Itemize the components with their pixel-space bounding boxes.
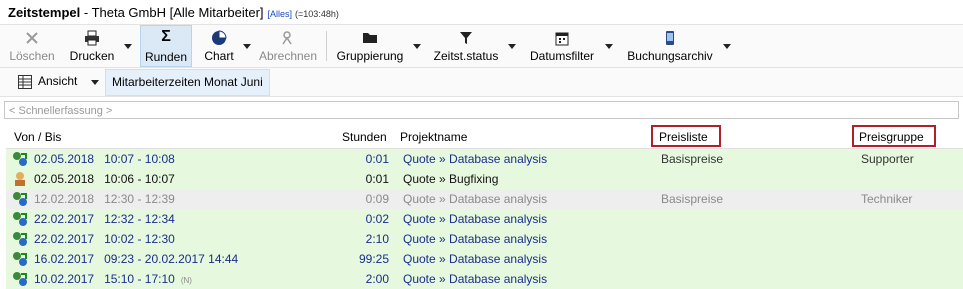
col-preisliste[interactable]: Preisliste bbox=[659, 130, 708, 144]
person-entry-icon bbox=[15, 172, 25, 186]
row-pricegroup: Techniker bbox=[861, 192, 913, 206]
table-row[interactable]: 22.02.2017 10:02 - 12:30 2:10 Quote » Da… bbox=[6, 229, 963, 249]
col-vonbis[interactable]: Von / Bis bbox=[14, 130, 61, 144]
table-row[interactable]: 12.02.2018 12:30 - 12:39 0:09 Quote » Da… bbox=[6, 189, 963, 209]
row-hours: 0:01 bbox=[365, 172, 389, 186]
row-project: Quote » Database analysis bbox=[403, 232, 548, 246]
time-entry-icon bbox=[13, 212, 27, 226]
col-stunden[interactable]: Stunden bbox=[342, 130, 387, 144]
row-project: Quote » Database analysis bbox=[403, 252, 548, 266]
row-from-to: 02.05.2018 10:07 - 10:08 bbox=[34, 152, 175, 166]
printer-icon bbox=[85, 30, 99, 46]
row-hours: 2:00 bbox=[365, 272, 389, 286]
folder-icon bbox=[363, 33, 377, 43]
row-from-to: 12.02.2018 12:30 - 12:39 bbox=[34, 192, 175, 206]
row-flag: (N) bbox=[180, 276, 192, 285]
row-hours: 0:02 bbox=[365, 212, 389, 226]
bill-button[interactable]: Abrechnen bbox=[256, 25, 320, 67]
row-hours: 99:25 bbox=[358, 252, 389, 266]
datefilter-dropdown-icon[interactable] bbox=[605, 44, 613, 49]
table-row[interactable]: 02.05.2018 10:07 - 10:08 0:01 Quote » Da… bbox=[6, 149, 963, 169]
delete-icon bbox=[26, 32, 38, 44]
hours-total: (=103:48h) bbox=[295, 9, 339, 19]
title-bar: Zeitstempel - Theta GmbH [Alle Mitarbeit… bbox=[0, 0, 963, 25]
archive-button[interactable]: Buchungsarchiv bbox=[622, 25, 718, 67]
phone-archive-icon bbox=[666, 31, 674, 45]
ribbon-toolbar: Löschen Drucken Σ Runden Chart Abrechnen… bbox=[0, 25, 963, 68]
chart-button[interactable]: Chart bbox=[196, 25, 242, 67]
datefilter-button[interactable]: Datumsfilter bbox=[526, 25, 598, 67]
row-project: Quote » Bugfixing bbox=[403, 172, 499, 186]
row-hours: 2:10 bbox=[365, 232, 389, 246]
row-from-to: 02.05.2018 10:06 - 10:07 bbox=[34, 172, 175, 186]
chart-dropdown-icon[interactable] bbox=[243, 44, 251, 49]
view-dropdown-icon[interactable] bbox=[91, 80, 99, 85]
row-from-to: 22.02.2017 10:02 - 12:30 bbox=[34, 232, 175, 246]
time-entry-icon bbox=[13, 192, 27, 206]
row-pricelist: Basispreise bbox=[661, 152, 724, 166]
time-entry-icon bbox=[13, 272, 27, 286]
table-row[interactable]: 16.02.2017 09:23 - 20.02.2017 14:44 99:2… bbox=[6, 249, 963, 269]
row-from-to: 22.02.2017 12:32 - 12:34 bbox=[34, 212, 175, 226]
billing-icon bbox=[282, 31, 292, 45]
filter-tag[interactable]: [Alles] bbox=[268, 9, 293, 19]
table-row[interactable]: 02.05.2018 10:06 - 10:07 0:01 Quote » Bu… bbox=[6, 169, 963, 189]
row-project: Quote » Database analysis bbox=[403, 272, 548, 286]
calendar-icon bbox=[555, 32, 569, 46]
table-row[interactable]: 10.02.2017 15:10 - 17:10 (N) 2:00 Quote »… bbox=[6, 269, 963, 289]
row-from-to: 16.02.2017 09:23 - 20.02.2017 14:44 bbox=[34, 252, 239, 266]
row-pricegroup: Supporter bbox=[861, 152, 914, 166]
row-hours: 0:01 bbox=[365, 152, 389, 166]
table-row[interactable]: 22.02.2017 12:32 - 12:34 0:02 Quote » Da… bbox=[6, 209, 963, 229]
table-view-icon bbox=[18, 75, 32, 89]
sigma-icon: Σ bbox=[161, 28, 171, 45]
time-entry-icon bbox=[13, 232, 27, 246]
title-name: Zeitstempel bbox=[8, 5, 81, 20]
col-projekt[interactable]: Projektname bbox=[400, 130, 467, 144]
col-preisgruppe[interactable]: Preisgruppe bbox=[859, 130, 924, 144]
toolbar-separator bbox=[326, 31, 327, 61]
status-button[interactable]: Zeitst.status bbox=[430, 25, 502, 67]
view-tab-active[interactable]: Mitarbeiterzeiten Monat Juni bbox=[105, 69, 270, 96]
row-project: Quote » Database analysis bbox=[403, 192, 548, 206]
pie-chart-icon bbox=[212, 30, 227, 45]
time-entry-icon bbox=[13, 152, 27, 166]
print-dropdown-icon[interactable] bbox=[124, 44, 132, 49]
row-hours: 0:09 bbox=[365, 192, 389, 206]
grid-header: Von / Bis Stunden Projektname Preisliste… bbox=[6, 124, 963, 149]
row-pricelist: Basispreise bbox=[661, 192, 724, 206]
time-grid: Von / Bis Stunden Projektname Preisliste… bbox=[6, 124, 963, 289]
group-button[interactable]: Gruppierung bbox=[334, 25, 406, 67]
archive-dropdown-icon[interactable] bbox=[723, 44, 731, 49]
row-project: Quote » Database analysis bbox=[403, 152, 548, 166]
quick-entry-input[interactable]: < Schnellerfassung > bbox=[4, 101, 959, 119]
title-company: Theta GmbH [Alle Mitarbeiter] bbox=[91, 5, 264, 20]
window-title: Zeitstempel - Theta GmbH [Alle Mitarbeit… bbox=[8, 5, 339, 20]
group-dropdown-icon[interactable] bbox=[413, 44, 421, 49]
round-button[interactable]: Σ Runden bbox=[140, 25, 192, 67]
view-button[interactable]: Ansicht bbox=[38, 74, 77, 88]
delete-button[interactable]: Löschen bbox=[6, 25, 58, 67]
status-dropdown-icon[interactable] bbox=[508, 44, 516, 49]
time-entry-icon bbox=[13, 252, 27, 266]
filter-icon bbox=[460, 32, 472, 44]
row-from-to: 10.02.2017 15:10 - 17:10 (N) bbox=[34, 272, 192, 286]
print-button[interactable]: Drucken bbox=[64, 25, 120, 67]
row-project: Quote » Database analysis bbox=[403, 212, 548, 226]
view-bar: Ansicht Mitarbeiterzeiten Monat Juni bbox=[0, 68, 963, 97]
